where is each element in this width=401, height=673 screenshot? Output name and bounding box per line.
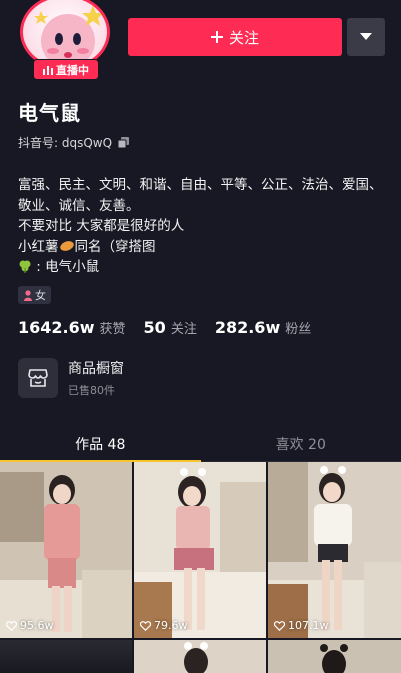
storefront-icon: [18, 358, 58, 398]
douyin-id: 抖音号: dqsQwQ: [18, 134, 130, 151]
profile-stats: 1642.6w 获赞 50 关注 282.6w 粉丝: [18, 318, 311, 337]
follow-button-label: 关注: [228, 28, 259, 47]
shop-subtitle: 已售80件: [68, 384, 115, 397]
tab-works[interactable]: 作品 48: [0, 426, 201, 462]
bio-line: 小红薯 同名（穿搭图: [18, 237, 386, 258]
bio-line-text: : 电气小鼠: [36, 259, 100, 275]
video-thumbnail-image: [0, 640, 132, 673]
video-thumbnail[interactable]: [134, 640, 266, 673]
shop-title: 商品橱窗: [68, 361, 124, 377]
bio-line: 富强、民主、文明、和谐、自由、平等、公正、法治、爱国、敬业、诚信、友善。: [18, 177, 383, 214]
live-bars-icon: [43, 65, 53, 75]
video-thumbnail[interactable]: 79.6w: [134, 462, 266, 638]
bio-line-text-part: 小红薯: [18, 238, 59, 255]
gender-label: 女: [35, 289, 46, 302]
profile-bio: 富强、民主、文明、和谐、自由、平等、公正、法治、爱国、敬业、诚信、友善。 不要对…: [18, 175, 386, 278]
avatar-container[interactable]: 直播中: [16, 0, 114, 80]
video-likes: 79.6w: [140, 619, 188, 632]
follow-button[interactable]: 关注: [128, 18, 342, 56]
video-thumbnail[interactable]: 107.1w: [268, 462, 401, 638]
bio-line: 不要对比 大家都是很好的人: [18, 218, 185, 234]
stat-value: 1642.6w: [18, 318, 95, 337]
shop-text: 商品橱窗 已售80件: [68, 358, 124, 398]
video-thumbnail-image: [134, 462, 266, 638]
heart-outline-icon: [140, 620, 151, 631]
stat-value: 282.6w: [214, 318, 281, 337]
video-thumbnail-image: [134, 640, 266, 673]
stat-likes[interactable]: 1642.6w 获赞: [18, 318, 126, 337]
stat-label: 粉丝: [285, 322, 312, 337]
video-likes-count: 107.1w: [288, 619, 329, 632]
bio-line-text-part: 同名（穿搭图: [74, 238, 156, 255]
video-grid: 95.6w 79.6w 107.1w: [0, 462, 401, 673]
video-thumbnail[interactable]: [0, 640, 132, 673]
shop-window-entry[interactable]: 商品橱窗 已售80件: [18, 358, 124, 398]
bio-line-text: 小红薯 同名（穿搭图: [18, 239, 156, 255]
stat-label: 获赞: [99, 322, 126, 337]
video-thumbnail-image: [268, 640, 401, 673]
plus-icon: [210, 31, 223, 43]
profile-name: 电气鼠: [18, 101, 81, 125]
live-badge-label: 直播中: [56, 63, 89, 77]
stat-following[interactable]: 50 关注: [144, 318, 197, 337]
content-tabs: 作品 48 喜欢 20: [0, 426, 401, 462]
stat-followers[interactable]: 282.6w 粉丝: [215, 318, 311, 337]
live-badge[interactable]: 直播中: [33, 59, 99, 80]
tab-likes[interactable]: 喜欢 20: [201, 426, 401, 461]
female-user-icon: [24, 289, 32, 301]
video-likes-count: 79.6w: [154, 619, 188, 632]
clover-icon: [19, 260, 31, 273]
video-thumbnail-image: [268, 462, 401, 638]
video-likes: 95.6w: [6, 619, 54, 632]
caret-down-icon: [360, 33, 372, 40]
video-likes-count: 95.6w: [20, 619, 54, 632]
video-thumbnail[interactable]: 95.6w: [0, 462, 132, 638]
douyin-id-text: 抖音号: dqsQwQ: [18, 136, 113, 150]
video-thumbnail[interactable]: [268, 640, 401, 673]
stat-label: 关注: [170, 322, 197, 337]
video-likes: 107.1w: [274, 619, 329, 632]
gender-tag: 女: [18, 286, 51, 304]
stat-value: 50: [143, 318, 166, 337]
video-thumbnail-image: [0, 462, 132, 638]
heart-outline-icon: [6, 620, 17, 631]
bio-line: : 电气小鼠: [18, 257, 386, 278]
more-options-button[interactable]: [347, 18, 385, 56]
copy-icon[interactable]: [118, 137, 130, 148]
heart-outline-icon: [274, 620, 285, 631]
sweet-potato-icon: [59, 240, 74, 251]
